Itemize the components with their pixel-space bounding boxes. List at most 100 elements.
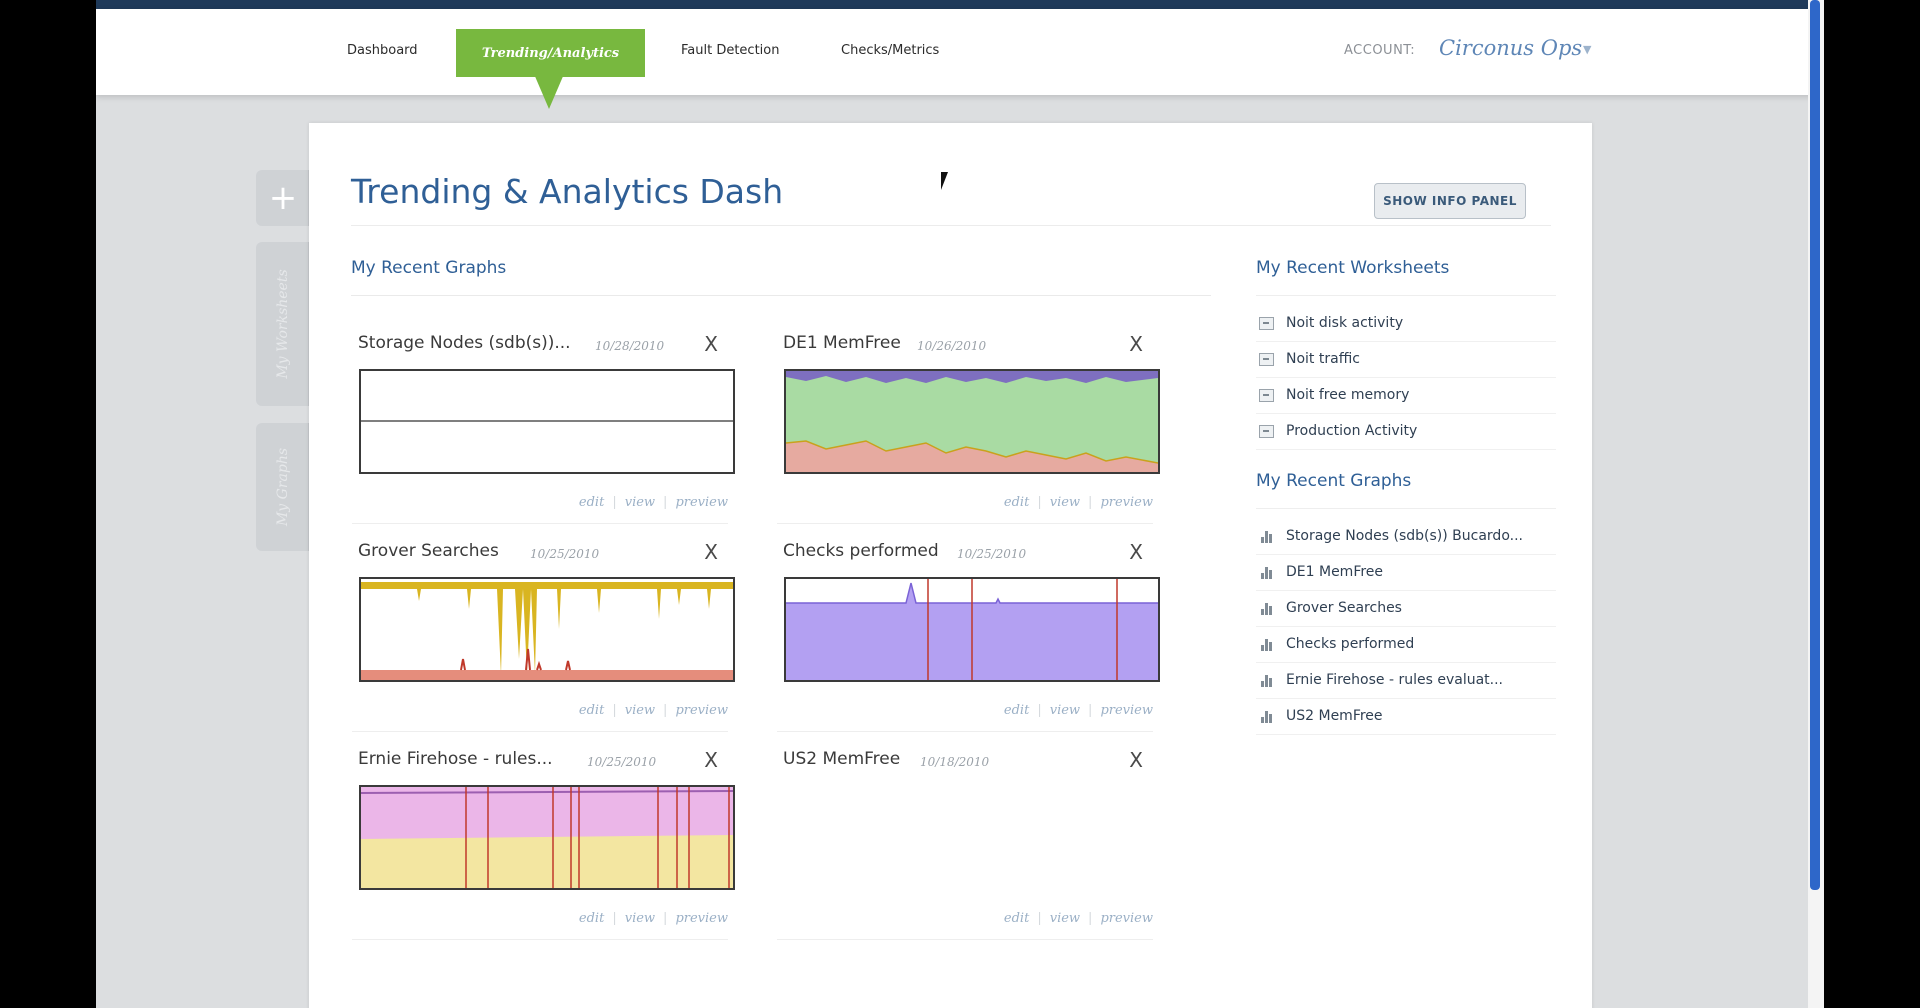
graph-actions: edit | view | preview — [1004, 495, 1153, 510]
view-link[interactable]: view — [1050, 911, 1080, 926]
graph-list-label: DE1 MemFree — [1286, 564, 1384, 580]
separator: | — [663, 495, 668, 510]
preview-link[interactable]: preview — [1100, 495, 1153, 510]
graph-card: US2 MemFree 10/18/2010 X edit | view | previ… — [777, 746, 1153, 946]
graph-card: Grover Searches 10/25/2010 X edit | view | p… — [352, 538, 735, 738]
close-icon[interactable]: X — [1129, 540, 1143, 564]
separator: | — [1037, 911, 1042, 926]
chevron-down-icon[interactable]: ▼ — [1583, 43, 1591, 56]
worksheet-item[interactable]: Noit traffic — [1256, 341, 1556, 378]
graph-actions: edit | view | preview — [1004, 911, 1153, 926]
preview-link[interactable]: preview — [675, 495, 728, 510]
graph-title[interactable]: US2 MemFree — [783, 749, 900, 769]
bar-chart-icon — [1258, 565, 1274, 579]
worksheet-item[interactable]: Production Activity — [1256, 413, 1556, 450]
graph-list-item[interactable]: Checks performed — [1256, 626, 1556, 663]
worksheet-label: Production Activity — [1286, 423, 1418, 439]
divider — [351, 295, 1211, 296]
graph-list-item[interactable]: US2 MemFree — [1256, 698, 1556, 735]
checks-performed-plot — [786, 579, 1158, 680]
tab-my-worksheets[interactable]: My Worksheets — [256, 242, 310, 406]
edit-link[interactable]: edit — [1004, 911, 1029, 926]
show-info-panel-button[interactable]: SHOW INFO PANEL — [1374, 183, 1526, 219]
graph-title[interactable]: Ernie Firehose - rules... — [358, 749, 553, 769]
worksheet-label: Noit disk activity — [1286, 315, 1404, 331]
graph-thumbnail[interactable] — [359, 785, 735, 890]
graph-list-label: US2 MemFree — [1286, 708, 1383, 724]
divider — [1256, 295, 1556, 296]
view-link[interactable]: view — [625, 495, 655, 510]
worksheet-item[interactable]: Noit disk activity — [1256, 305, 1556, 342]
graph-card: DE1 MemFree 10/26/2010 X edit | view | previ… — [777, 330, 1160, 530]
worksheet-label: Noit free memory — [1286, 387, 1410, 403]
divider — [777, 523, 1153, 524]
preview-link[interactable]: preview — [675, 703, 728, 718]
nav-checks-metrics[interactable]: Checks/Metrics — [841, 43, 939, 58]
recent-graphs-list-heading: My Recent Graphs — [1256, 471, 1412, 491]
separator: | — [1088, 911, 1093, 926]
nav-fault-detection[interactable]: Fault Detection — [681, 43, 779, 58]
worksheet-label: Noit traffic — [1286, 351, 1360, 367]
preview-link[interactable]: preview — [1100, 703, 1153, 718]
app-window: Dashboard Trending/Analytics Fault Detec… — [96, 0, 1824, 1008]
divider — [777, 731, 1153, 732]
close-icon[interactable]: X — [704, 540, 718, 564]
tab-label: My Graphs — [275, 447, 291, 527]
graph-card: Storage Nodes (sdb(s))... 10/28/2010 X e… — [352, 330, 735, 530]
graph-list-item[interactable]: DE1 MemFree — [1256, 554, 1556, 591]
preview-link[interactable]: preview — [675, 911, 728, 926]
grover-searches-plot — [361, 579, 733, 680]
worksheet-icon — [1258, 424, 1274, 438]
recent-graphs-heading: My Recent Graphs — [351, 258, 507, 278]
graph-thumbnail[interactable] — [784, 369, 1160, 474]
close-icon[interactable]: X — [1129, 332, 1143, 356]
edit-link[interactable]: edit — [579, 495, 604, 510]
account-label: ACCOUNT: — [1344, 43, 1416, 58]
separator: | — [1037, 495, 1042, 510]
graph-title[interactable]: Storage Nodes (sdb(s))... — [358, 333, 571, 353]
graph-card: Ernie Firehose - rules... 10/25/2010 X e… — [352, 746, 735, 946]
graph-list-item[interactable]: Ernie Firehose - rules evaluat... — [1256, 662, 1556, 699]
graph-list-label: Grover Searches — [1286, 600, 1402, 616]
plus-icon: + — [268, 178, 298, 218]
edit-link[interactable]: edit — [1004, 703, 1029, 718]
graph-list-item[interactable]: Storage Nodes (sdb(s)) Bucardo... — [1256, 518, 1556, 555]
storage-nodes-plot — [361, 420, 733, 422]
edit-link[interactable]: edit — [579, 911, 604, 926]
page-title: Trending & Analytics Dash — [351, 172, 784, 211]
view-link[interactable]: view — [1050, 495, 1080, 510]
separator: | — [1088, 703, 1093, 718]
close-icon[interactable]: X — [704, 332, 718, 356]
graph-thumbnail[interactable] — [784, 577, 1160, 682]
view-link[interactable]: view — [625, 911, 655, 926]
divider — [352, 731, 728, 732]
separator: | — [663, 703, 668, 718]
account-selector[interactable]: Circonus Ops — [1439, 36, 1582, 60]
graph-date: 10/28/2010 — [595, 339, 665, 353]
graph-title[interactable]: Checks performed — [783, 541, 939, 561]
worksheet-item[interactable]: Noit free memory — [1256, 377, 1556, 414]
tab-my-graphs[interactable]: My Graphs — [256, 423, 310, 551]
view-link[interactable]: view — [625, 703, 655, 718]
scrollbar-thumb[interactable] — [1810, 0, 1820, 890]
bar-chart-icon — [1258, 709, 1274, 723]
top-strip — [96, 0, 1824, 9]
graph-list-item[interactable]: Grover Searches — [1256, 590, 1556, 627]
graph-list-label: Checks performed — [1286, 636, 1415, 652]
preview-link[interactable]: preview — [1100, 911, 1153, 926]
graph-title[interactable]: Grover Searches — [358, 541, 499, 561]
recent-worksheets-heading: My Recent Worksheets — [1256, 258, 1450, 278]
add-button[interactable]: + — [256, 170, 310, 226]
tab-label: My Worksheets — [275, 269, 291, 379]
graph-thumbnail[interactable] — [359, 369, 735, 474]
edit-link[interactable]: edit — [1004, 495, 1029, 510]
graph-date: 10/25/2010 — [587, 755, 657, 769]
close-icon[interactable]: X — [704, 748, 718, 772]
graph-thumbnail[interactable] — [359, 577, 735, 682]
view-link[interactable]: view — [1050, 703, 1080, 718]
edit-link[interactable]: edit — [579, 703, 604, 718]
graph-title[interactable]: DE1 MemFree — [783, 333, 901, 353]
close-icon[interactable]: X — [1129, 748, 1143, 772]
graph-date: 10/25/2010 — [530, 547, 600, 561]
nav-dashboard[interactable]: Dashboard — [347, 43, 418, 58]
